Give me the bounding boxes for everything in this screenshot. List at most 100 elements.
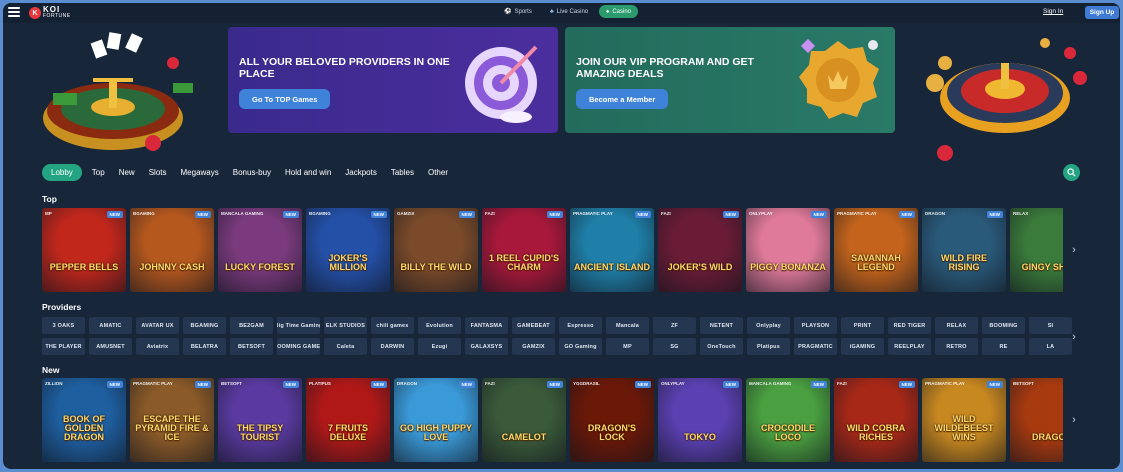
game-provider: Pragmatic Play [925,381,965,386]
game-card[interactable]: Mancala Gaming NEW Lucky Forest [218,208,302,292]
provider-chip[interactable]: OneTouch [700,338,743,355]
provider-chip[interactable]: RETRO [935,338,978,355]
provider-chip[interactable]: chili games [371,317,414,334]
become-a-member-button[interactable]: Become a Member [576,89,669,109]
provider-chip[interactable]: ZF [653,317,696,334]
game-card[interactable]: BetsoftNEWDragon [1010,378,1063,462]
tab-top[interactable]: Top [85,164,112,181]
provider-chip[interactable]: PLAYSON [794,317,837,334]
game-card[interactable]: Dragon NEW Go High Puppy Love [394,378,478,462]
game-provider: Pragmatic Play [133,381,173,386]
provider-chip[interactable]: GAMEBEAT [512,317,555,334]
provider-chip[interactable]: SG [653,338,696,355]
provider-chip[interactable]: 3 OAKS [42,317,85,334]
go-to-top-games-button[interactable]: Go To TOP Games [239,89,331,109]
provider-chip[interactable]: Big Time Gaming [277,317,320,334]
game-card[interactable]: Yggdrasil NEW Dragon's Lock [570,378,654,462]
provider-chip[interactable]: NETENT [700,317,743,334]
game-card[interactable]: Pragmatic Play NEW Ancient Island [570,208,654,292]
search-button[interactable] [1063,164,1080,181]
game-card[interactable]: Fazi NEW 1 Reel Cupid's Charm [482,208,566,292]
game-card[interactable]: Mancala Gaming NEW Crocodile Loco [746,378,830,462]
provider-chip[interactable]: LA [1029,338,1072,355]
game-card[interactable]: BGaming NEW Joker's Million [306,208,390,292]
game-card[interactable]: Onlyplay NEW Piggy Bonanza [746,208,830,292]
menu-icon[interactable] [8,7,20,17]
provider-chip[interactable]: AVATAR UX [136,317,179,334]
provider-chip[interactable]: Espresso [559,317,602,334]
tab-bonus-buy[interactable]: Bonus-buy [226,164,278,181]
provider-chip[interactable]: BOOMING GAMES [277,338,320,355]
sign-up-button[interactable]: Sign Up [1085,6,1119,19]
game-card[interactable]: Onlyplay NEW Tokyo [658,378,742,462]
game-card[interactable]: RelaxNEWGingy Shell [1010,208,1063,292]
provider-chip[interactable]: Platipus [747,338,790,355]
provider-chip[interactable]: GO Gaming [559,338,602,355]
provider-chip[interactable]: PRINT [841,317,884,334]
game-card[interactable]: Fazi NEW Joker's Wild [658,208,742,292]
provider-chip[interactable]: DARWIN [371,338,414,355]
providers-next-arrow[interactable]: › [1069,330,1079,344]
new-row-next-arrow[interactable]: › [1069,413,1079,427]
section-title-new: New [42,365,60,375]
provider-chip[interactable]: RELAX [935,317,978,334]
provider-chip[interactable]: BETSOFT [230,338,273,355]
tab-sports[interactable]: ⚽ Sports [497,5,539,18]
provider-chip[interactable]: BE2GAM [230,317,273,334]
provider-chip[interactable]: FANTASMA [465,317,508,334]
game-card[interactable]: Platipus NEW 7 Fruits Deluxe [306,378,390,462]
tab-slots[interactable]: Slots [142,164,174,181]
game-card[interactable]: Pragmatic Play NEW Wild Wildebeest Wins [922,378,1006,462]
provider-chip[interactable]: MP [606,338,649,355]
providers-row: 3 OAKSAMATICAVATAR UXBGAMINGBE2GAMBig Ti… [42,317,1072,334]
tab-other[interactable]: Other [421,164,455,181]
provider-chip[interactable]: Caleta [324,338,367,355]
provider-chip[interactable]: Onlyplay [747,317,790,334]
tab-new[interactable]: New [112,164,142,181]
tab-jackpots[interactable]: Jackpots [338,164,384,181]
game-card[interactable]: Fazi NEW Wild Cobra Riches [834,378,918,462]
provider-chip[interactable]: BOOMING [982,317,1025,334]
game-card[interactable]: Pragmatic Play NEW Escape the Pyramid Fire… [130,378,214,462]
game-card[interactable]: Zillion NEW Book of Golden Dragon [42,378,126,462]
provider-chip[interactable]: iGAMING [841,338,884,355]
new-badge: NEW [370,211,387,218]
tab-tables[interactable]: Tables [384,164,421,181]
provider-chip[interactable]: RED TIGER [888,317,931,334]
game-card[interactable]: Pragmatic Play NEW Savannah Legend [834,208,918,292]
tab-casino[interactable]: ♠ Casino [599,5,638,18]
game-title: Gingy Shell [1021,262,1063,272]
tab-hold-and-win[interactable]: Hold and win [278,164,338,181]
game-provider: Fazi [837,381,847,386]
provider-chip[interactable]: RE [982,338,1025,355]
provider-chip[interactable]: AMUSNET [89,338,132,355]
game-card[interactable]: Fazi NEW Camelot [482,378,566,462]
provider-chip[interactable]: BGAMING [183,317,226,334]
site-logo[interactable]: K KOI FORTUNE [29,5,71,21]
provider-chip[interactable]: Aviatrix [136,338,179,355]
sign-in-link[interactable]: Sign In [1043,8,1063,15]
provider-chip[interactable]: GAMZIX [512,338,555,355]
provider-chip[interactable]: PRAGMATIC [794,338,837,355]
provider-chip[interactable]: REELPLAY [888,338,931,355]
game-card[interactable]: Dragon NEW Wild Fire Rising [922,208,1006,292]
game-card[interactable]: Gamzix NEW Billy the Wild [394,208,478,292]
provider-chip[interactable]: Ezugi [418,338,461,355]
provider-chip[interactable]: ELK STUDIOS [324,317,367,334]
top-row-next-arrow[interactable]: › [1069,243,1079,257]
provider-chip[interactable]: BELATRA [183,338,226,355]
tab-megaways[interactable]: Megaways [174,164,226,181]
game-provider: MP [45,211,52,216]
game-card[interactable]: MP NEW Pepper Bells [42,208,126,292]
game-card[interactable]: BGaming NEW Johnny Cash [130,208,214,292]
tab-lobby[interactable]: Lobby [42,164,82,181]
provider-chip[interactable]: AMATIC [89,317,132,334]
provider-chip[interactable]: THE PLAYER [42,338,85,355]
provider-chip[interactable]: SI [1029,317,1072,334]
game-card[interactable]: Betsoft NEW The Tipsy Tourist [218,378,302,462]
tab-live-casino[interactable]: ♣ Live Casino [543,5,595,18]
provider-chip[interactable]: Evolution [418,317,461,334]
provider-chip[interactable]: Mancala [606,317,649,334]
provider-chip[interactable]: GALAXSYS [465,338,508,355]
promo-banner-vip: JOIN OUR VIP PROGRAM AND GET AMAZING DEA… [565,27,895,133]
